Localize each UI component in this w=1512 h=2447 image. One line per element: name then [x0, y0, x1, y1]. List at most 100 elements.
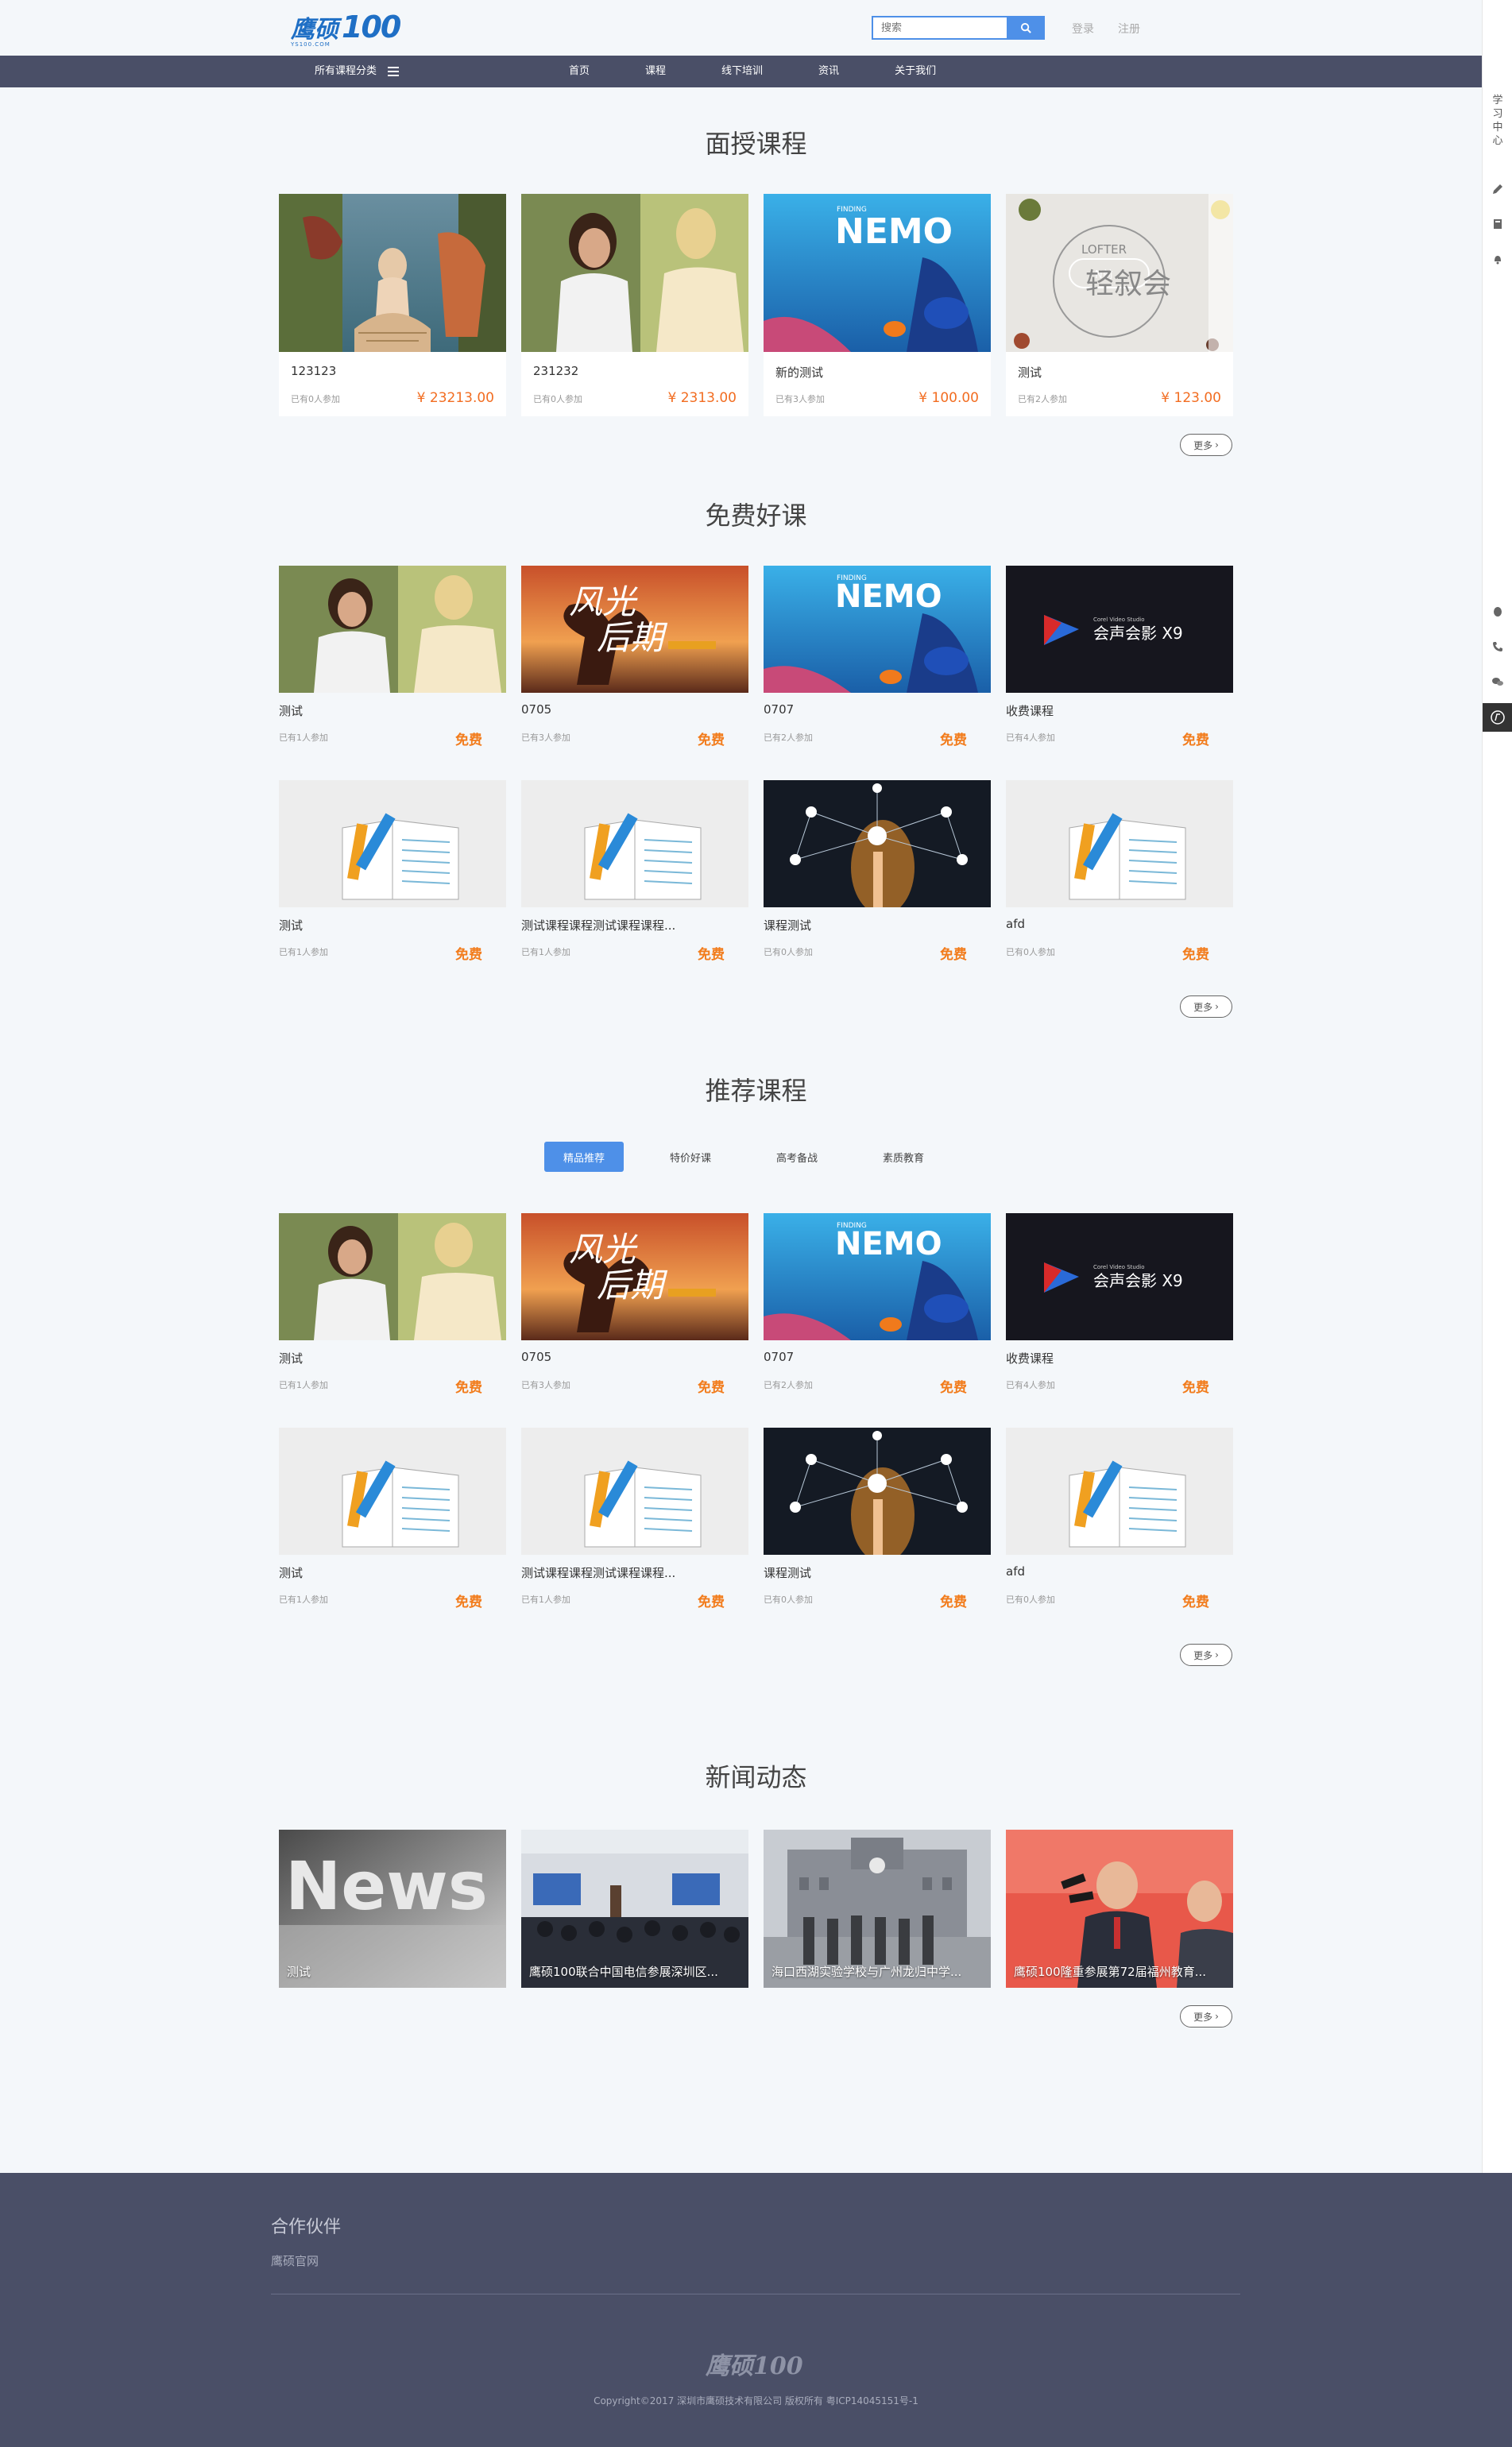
course-category-menu[interactable]: 所有课程分类	[315, 56, 400, 87]
course-card[interactable]: 风光 后期 0705 已有3人参加 免费	[521, 1213, 748, 1404]
book-icon[interactable]	[1491, 218, 1504, 230]
nav-link-news[interactable]: 资讯	[818, 56, 839, 87]
course-thumbnail	[279, 1428, 506, 1555]
course-card[interactable]: FINDING NEMO 新的测试 已有3人参加 ¥ 100.00	[764, 194, 991, 416]
course-thumbnail: Corel Video Studio 会声会影 X9	[1006, 1213, 1233, 1340]
nav-link-courses[interactable]: 课程	[645, 56, 666, 87]
course-thumbnail: Corel Video Studio 会声会影 X9	[1006, 566, 1233, 693]
chevron-right-icon: ›	[1215, 2011, 1219, 2022]
tab-premium[interactable]: 精品推荐	[544, 1142, 624, 1172]
course-title: 0705	[521, 702, 552, 717]
course-enrolled: 已有0人参加	[764, 1595, 813, 1605]
course-card[interactable]: FINDING NEMO 0707 已有2人参加 免费	[764, 566, 991, 756]
course-title: 新的测试	[775, 365, 824, 380]
tab-quality-education[interactable]: 素质教育	[864, 1142, 943, 1172]
course-price: 免费	[455, 1595, 482, 1610]
course-price: 免费	[698, 1380, 725, 1396]
course-enrolled: 已有0人参加	[1006, 947, 1055, 957]
course-card[interactable]: 风光 后期 0705 已有3人参加 免费	[521, 566, 748, 756]
svg-text:NEMO: NEMO	[835, 578, 942, 615]
partner-link[interactable]: 鹰硕官网	[271, 2252, 319, 2269]
course-card[interactable]: LOFTER N前 轻叙会 测试 已有2人参加 ¥ 123.00	[1006, 194, 1233, 416]
bell-icon[interactable]	[1491, 253, 1504, 265]
course-title: 测试	[279, 704, 304, 718]
news-card[interactable]: 鹰硕100联合中国电信参展深圳区...	[521, 1830, 748, 1989]
svg-text:Corel Video Studio: Corel Video Studio	[1093, 617, 1145, 623]
nav-link-about[interactable]: 关于我们	[895, 56, 936, 87]
course-thumbnail	[764, 1428, 991, 1555]
course-price: 免费	[1182, 733, 1209, 748]
tab-discount[interactable]: 特价好课	[651, 1142, 730, 1172]
svg-text:会声会影 X9: 会声会影 X9	[1093, 1271, 1183, 1290]
site-footer: 合作伙伴 鹰硕官网 鹰硕100 Copyright©2017 深圳市鹰硕技术有限…	[0, 2173, 1512, 2447]
more-button-news[interactable]: 更多 ›	[1180, 2005, 1232, 2028]
course-thumbnail	[764, 780, 991, 907]
course-title: 测试	[1018, 365, 1042, 380]
course-card[interactable]: 231232 已有0人参加 ¥ 2313.00	[521, 194, 748, 416]
course-thumbnail: LOFTER N前 轻叙会	[1006, 194, 1233, 352]
course-card[interactable]: 课程测试 已有0人参加 免费	[764, 1428, 991, 1618]
news-title: 鹰硕100隆重参展第72届福州教育...	[1014, 1965, 1207, 1979]
section-title-news: 新闻动态	[705, 1762, 807, 1792]
search-input[interactable]	[872, 16, 1007, 40]
register-link[interactable]: 注册	[1118, 21, 1140, 37]
course-card[interactable]: 测试 已有1人参加 免费	[279, 780, 506, 971]
more-button-free[interactable]: 更多 ›	[1180, 995, 1232, 1018]
course-title: 测试课程课程测试课程课程...	[521, 1566, 676, 1580]
course-enrolled: 已有1人参加	[279, 1380, 328, 1390]
course-thumbnail	[1006, 1428, 1233, 1555]
course-enrolled: 已有4人参加	[1006, 733, 1055, 743]
course-card[interactable]: 课程测试 已有0人参加 免费	[764, 780, 991, 971]
pencil-icon[interactable]	[1491, 183, 1504, 195]
news-thumbnail: News 测试	[279, 1830, 506, 1988]
qq-icon[interactable]	[1491, 605, 1504, 618]
more-button-face[interactable]: 更多 ›	[1180, 434, 1232, 456]
search-button[interactable]	[1007, 16, 1045, 40]
news-title: 测试	[287, 1965, 311, 1979]
scroll-top-button[interactable]	[1483, 703, 1512, 732]
news-thumbnail: 鹰硕100联合中国电信参展深圳区...	[521, 1830, 748, 1988]
svg-text:风光: 风光	[569, 1230, 638, 1269]
nav-link-home[interactable]: 首页	[569, 56, 590, 87]
course-card[interactable]: 测试课程课程测试课程课程... 已有1人参加 免费	[521, 1428, 748, 1618]
site-logo[interactable]: 鹰硕 100 YS100.COM	[291, 10, 401, 48]
news-card[interactable]: 海口西湖实验学校与广州龙归中学...	[764, 1830, 991, 1989]
course-card[interactable]: 123123 已有0人参加 ¥ 23213.00	[279, 194, 506, 416]
course-price: 免费	[1182, 1380, 1209, 1396]
course-card[interactable]: FINDING NEMO 0707 已有2人参加 免费	[764, 1213, 991, 1404]
wechat-icon[interactable]	[1491, 675, 1504, 688]
course-card[interactable]: afd 已有0人参加 免费	[1006, 1428, 1233, 1618]
login-link[interactable]: 登录	[1072, 21, 1094, 37]
phone-icon[interactable]	[1491, 640, 1504, 653]
more-label: 更多	[1193, 1001, 1213, 1013]
course-price: ¥ 2313.00	[667, 390, 737, 406]
svg-text:轻叙会: 轻叙会	[1085, 268, 1171, 300]
svg-text:后期: 后期	[597, 1266, 668, 1305]
course-price: 免费	[940, 1380, 967, 1396]
course-price: 免费	[940, 1595, 967, 1610]
more-button-recommend[interactable]: 更多 ›	[1180, 1644, 1232, 1666]
nav-link-offline[interactable]: 线下培训	[721, 56, 763, 87]
course-price: 免费	[455, 1380, 482, 1396]
course-card[interactable]: 测试 已有1人参加 免费	[279, 1213, 506, 1404]
svg-text:NEMO: NEMO	[835, 1226, 942, 1262]
chevron-right-icon: ›	[1215, 1001, 1219, 1012]
section-title-face-courses: 面授课程	[705, 129, 807, 159]
course-card[interactable]: 测试 已有1人参加 免费	[279, 1428, 506, 1618]
course-card[interactable]: 测试课程课程测试课程课程... 已有1人参加 免费	[521, 780, 748, 971]
copyright-text: Copyright©2017 深圳市鹰硕技术有限公司 版权所有 粤ICP1404…	[594, 2395, 918, 2406]
course-enrolled: 已有0人参加	[291, 394, 340, 404]
course-title: afd	[1006, 1564, 1025, 1579]
course-card[interactable]: 测试 已有1人参加 免费	[279, 566, 506, 756]
tab-gaokao[interactable]: 高考备战	[757, 1142, 837, 1172]
search-icon	[1020, 22, 1031, 33]
course-card[interactable]: Corel Video Studio 会声会影 X9 收费课程 已有4人参加 免…	[1006, 1213, 1233, 1404]
course-enrolled: 已有3人参加	[775, 394, 825, 404]
course-card[interactable]: Corel Video Studio 会声会影 X9 收费课程 已有4人参加 免…	[1006, 566, 1233, 756]
course-card[interactable]: afd 已有0人参加 免费	[1006, 780, 1233, 971]
footer-logo: 鹰硕100	[706, 2352, 803, 2380]
chevron-right-icon: ›	[1215, 1649, 1219, 1660]
course-title: 测试	[279, 1566, 304, 1580]
news-card[interactable]: News 测试	[279, 1830, 506, 1989]
news-card[interactable]: 鹰硕100隆重参展第72届福州教育...	[1006, 1830, 1233, 1989]
